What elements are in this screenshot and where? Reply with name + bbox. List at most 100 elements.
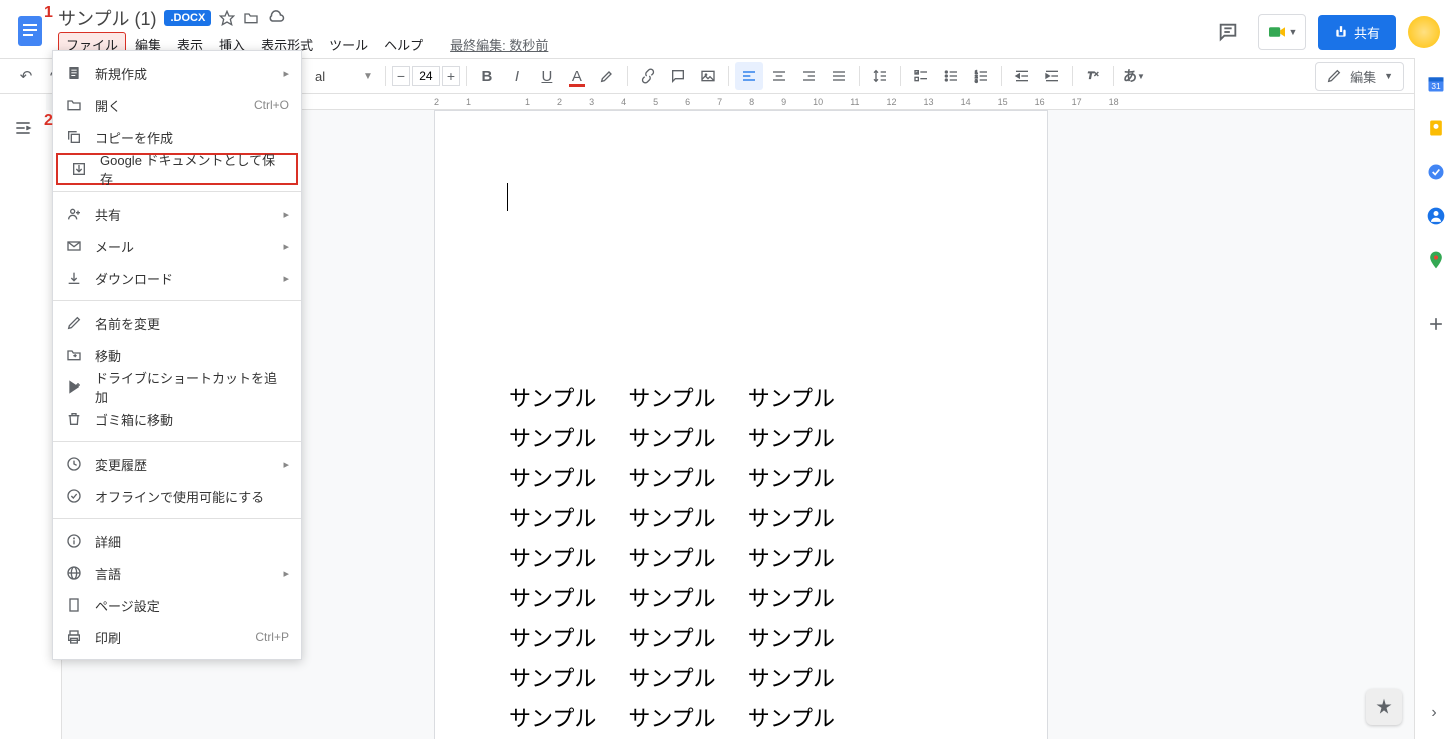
side-panel-toggle[interactable]: › [1422, 701, 1446, 725]
table-cell[interactable]: サンプル [628, 378, 745, 416]
file-menu-コピーを作成[interactable]: コピーを作成 [53, 121, 301, 153]
align-left-button[interactable] [735, 62, 763, 90]
indent-increase-button[interactable] [1038, 62, 1066, 90]
underline-button[interactable]: U [533, 62, 561, 90]
last-edit-link[interactable]: 最終編集: 数秒前 [450, 35, 548, 54]
user-avatar[interactable] [1408, 16, 1440, 48]
font-size-plus[interactable]: + [442, 66, 460, 86]
align-justify-button[interactable] [825, 62, 853, 90]
table-cell[interactable]: サンプル [628, 658, 745, 696]
cloud-status-icon[interactable] [267, 9, 285, 27]
link-button[interactable] [634, 62, 662, 90]
clear-format-button[interactable]: T [1079, 62, 1107, 90]
side-app-add-icon[interactable] [1426, 314, 1446, 334]
table-cell[interactable]: サンプル [748, 458, 865, 496]
file-menu-移動[interactable]: 移動 [53, 339, 301, 371]
font-size-input[interactable] [412, 66, 440, 86]
table-cell[interactable]: サンプル [748, 498, 865, 536]
file-menu-ゴミ箱に移動[interactable]: ゴミ箱に移動 [53, 403, 301, 435]
table-cell[interactable]: サンプル [509, 698, 626, 736]
file-menu-開く[interactable]: 開くCtrl+O [53, 89, 301, 121]
undo-button[interactable]: ↶ [12, 62, 40, 90]
move-icon [65, 347, 83, 363]
table-cell[interactable]: サンプル [509, 578, 626, 616]
move-folder-icon[interactable] [243, 10, 259, 26]
table-cell[interactable]: サンプル [628, 458, 745, 496]
line-spacing-button[interactable] [866, 62, 894, 90]
table-cell[interactable]: サンプル [748, 378, 865, 416]
side-app-keep-icon[interactable] [1426, 118, 1446, 138]
file-menu-共有[interactable]: 共有▸ [53, 198, 301, 230]
align-right-button[interactable] [795, 62, 823, 90]
italic-button[interactable]: I [503, 62, 531, 90]
pen-icon [65, 315, 83, 331]
table-cell[interactable]: サンプル [509, 538, 626, 576]
align-center-button[interactable] [765, 62, 793, 90]
table-cell[interactable]: サンプル [748, 538, 865, 576]
table-cell[interactable]: サンプル [509, 498, 626, 536]
table-cell[interactable]: サンプル [748, 618, 865, 656]
mail-icon [65, 238, 83, 254]
save-icon [70, 161, 88, 177]
file-menu-言語[interactable]: 言語▸ [53, 557, 301, 589]
file-menu-印刷[interactable]: 印刷Ctrl+P [53, 621, 301, 653]
explore-button[interactable] [1366, 689, 1402, 725]
input-tools-button[interactable]: あ▼ [1120, 62, 1148, 90]
print-icon [65, 629, 83, 645]
comment-button[interactable] [664, 62, 692, 90]
document-content-table[interactable]: サンプルサンプルサンプルサンプルサンプルサンプルサンプルサンプルサンプルサンプル… [507, 376, 867, 738]
table-cell[interactable]: サンプル [748, 418, 865, 456]
file-menu-新規作成[interactable]: 新規作成▸ [53, 57, 301, 89]
numbered-list-button[interactable]: 123 [967, 62, 995, 90]
file-menu-名前を変更[interactable]: 名前を変更 [53, 307, 301, 339]
text-color-button[interactable]: A [563, 62, 591, 90]
table-cell[interactable]: サンプル [628, 618, 745, 656]
doc-title[interactable]: サンプル (1) [58, 5, 156, 31]
checklist-button[interactable] [907, 62, 935, 90]
table-cell[interactable]: サンプル [509, 658, 626, 696]
table-cell[interactable]: サンプル [509, 618, 626, 656]
outline-toggle-icon[interactable] [13, 118, 33, 143]
comments-history-icon[interactable] [1210, 14, 1246, 50]
font-size-minus[interactable]: − [392, 66, 410, 86]
file-menu-ページ設定[interactable]: ページ設定 [53, 589, 301, 621]
indent-decrease-button[interactable] [1008, 62, 1036, 90]
menu-ヘルプ[interactable]: ヘルプ [377, 33, 430, 56]
share-button[interactable]: 共有 [1318, 15, 1396, 50]
document-page[interactable]: サンプルサンプルサンプルサンプルサンプルサンプルサンプルサンプルサンプルサンプル… [434, 110, 1048, 739]
file-menu-オフラインで使用可能にする[interactable]: オフラインで使用可能にする [53, 480, 301, 512]
file-menu-ドライブにショートカットを追加[interactable]: ドライブにショートカットを追加 [53, 371, 301, 403]
menu-ツール[interactable]: ツール [322, 33, 375, 56]
table-cell[interactable]: サンプル [628, 698, 745, 736]
table-cell[interactable]: サンプル [628, 578, 745, 616]
file-menu-Google ドキュメントとして保存[interactable]: Google ドキュメントとして保存 [56, 153, 298, 185]
table-cell[interactable]: サンプル [748, 658, 865, 696]
side-app-tasks-icon[interactable] [1426, 162, 1446, 182]
annotation-2: 2 [44, 112, 53, 130]
doc-icon [65, 65, 83, 81]
table-cell[interactable]: サンプル [509, 458, 626, 496]
bold-button[interactable]: B [473, 62, 501, 90]
highlight-button[interactable] [593, 62, 621, 90]
file-menu-メール[interactable]: メール▸ [53, 230, 301, 262]
star-icon[interactable] [219, 10, 235, 26]
bullet-list-button[interactable] [937, 62, 965, 90]
side-app-contacts-icon[interactable] [1426, 206, 1446, 226]
table-cell[interactable]: サンプル [509, 378, 626, 416]
table-cell[interactable]: サンプル [748, 578, 865, 616]
edit-mode-label: 編集 [1350, 67, 1376, 86]
side-app-maps-icon[interactable] [1426, 250, 1446, 270]
file-menu-変更履歴[interactable]: 変更履歴▸ [53, 448, 301, 480]
image-button[interactable] [694, 62, 722, 90]
table-cell[interactable]: サンプル [748, 698, 865, 736]
meet-button[interactable]: ▼ [1258, 14, 1306, 50]
table-cell[interactable]: サンプル [628, 538, 745, 576]
file-menu-ダウンロード[interactable]: ダウンロード▸ [53, 262, 301, 294]
editing-mode-select[interactable]: 編集▼ [1315, 62, 1404, 91]
table-cell[interactable]: サンプル [628, 498, 745, 536]
font-family-select[interactable] [315, 69, 355, 84]
table-cell[interactable]: サンプル [509, 418, 626, 456]
table-cell[interactable]: サンプル [628, 418, 745, 456]
side-app-calendar-icon[interactable]: 31 [1426, 74, 1446, 94]
file-menu-詳細[interactable]: 詳細 [53, 525, 301, 557]
